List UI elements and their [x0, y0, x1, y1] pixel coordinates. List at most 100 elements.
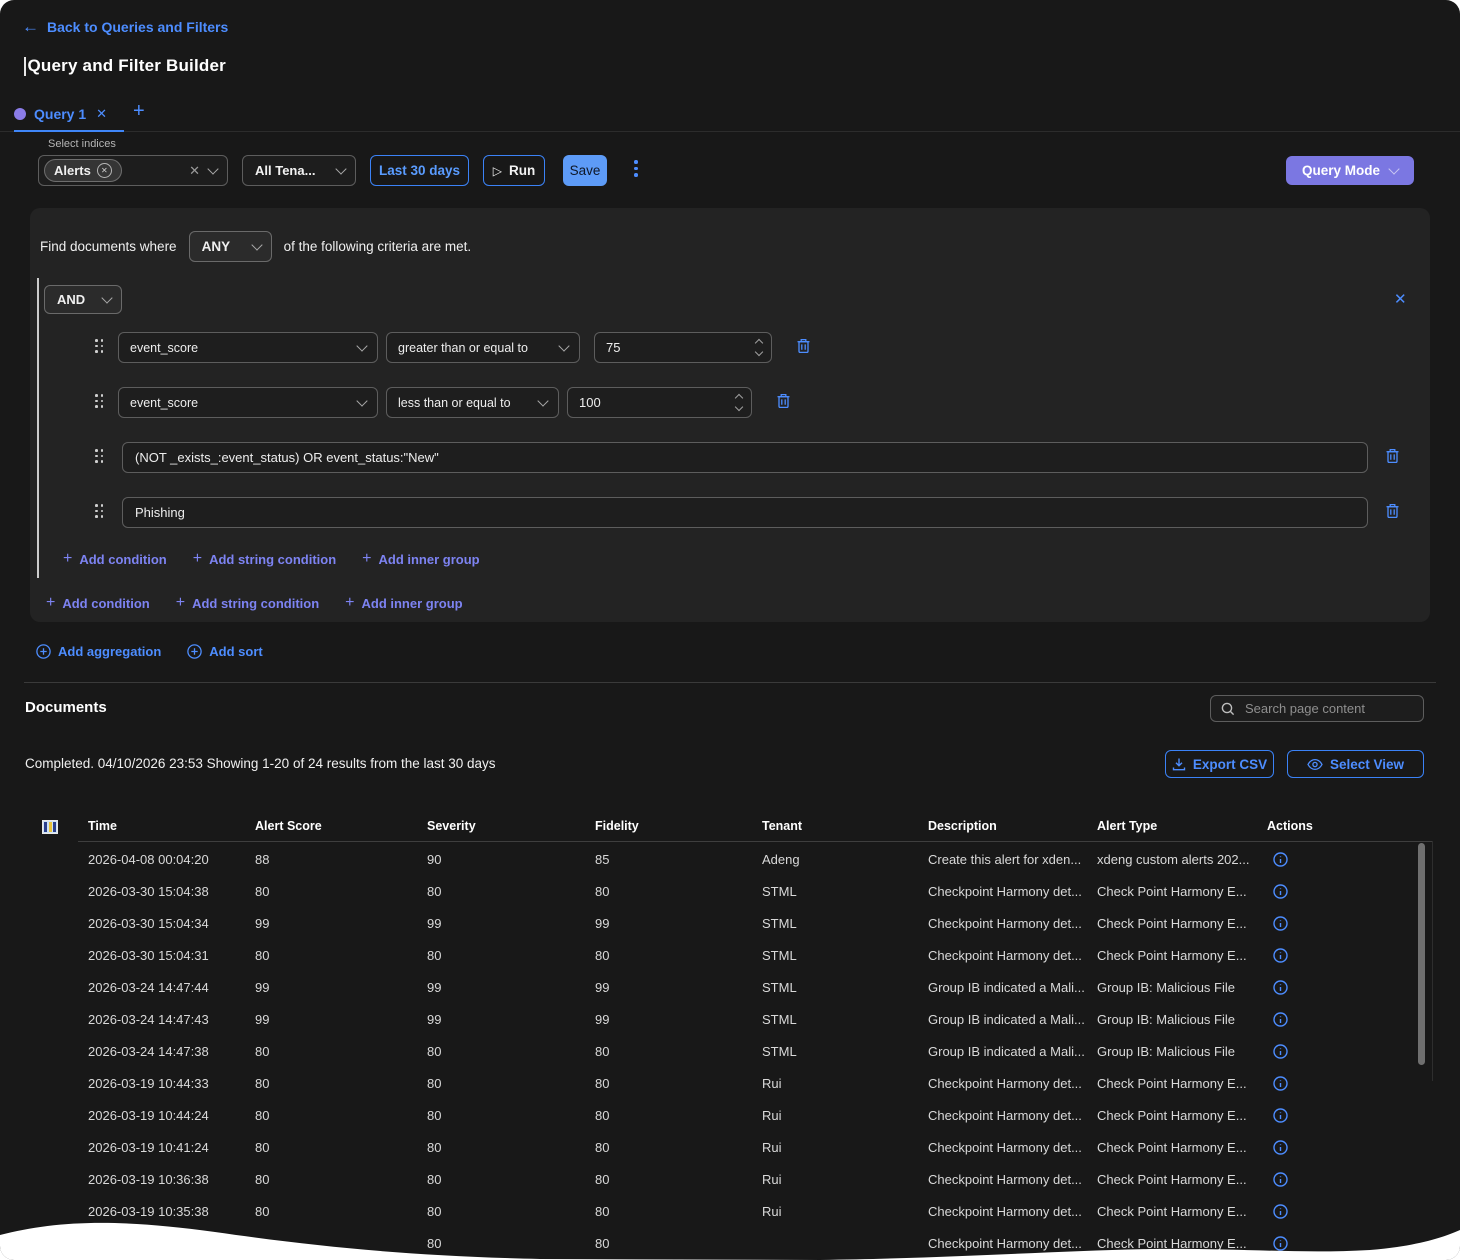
column-header-severity[interactable]: Severity: [427, 819, 595, 833]
add-condition-link[interactable]: +Add condition: [46, 594, 150, 612]
table-row[interactable]: 2026-03-30 15:04:34 99 99 99 STML Checkp…: [88, 907, 1432, 939]
cell-description: Group IB indicated a Mali...: [928, 980, 1097, 995]
group-operator-select[interactable]: AND: [44, 285, 122, 314]
table-row[interactable]: 80 80 Checkpoint Harmony det... Check Po…: [88, 1227, 1432, 1259]
query-mode-button[interactable]: Query Mode: [1286, 156, 1414, 185]
table-row[interactable]: 2026-03-30 15:04:38 80 80 80 STML Checkp…: [88, 875, 1432, 907]
condition-operator-select[interactable]: less than or equal to: [386, 387, 559, 418]
column-header-actions[interactable]: Actions: [1267, 819, 1387, 833]
condition-value-input[interactable]: 75: [594, 332, 772, 363]
cell-alert-score: 80: [255, 1044, 427, 1059]
table-row[interactable]: 2026-03-19 10:41:24 80 80 80 Rui Checkpo…: [88, 1131, 1432, 1163]
back-link-label: Back to Queries and Filters: [47, 19, 228, 35]
delete-condition-icon[interactable]: [776, 393, 791, 409]
row-info-icon[interactable]: [1273, 884, 1387, 899]
clear-icon[interactable]: ✕: [189, 163, 200, 179]
cell-alert-score: 80: [255, 1204, 427, 1219]
back-link[interactable]: ← Back to Queries and Filters: [22, 17, 228, 37]
tab-close-icon[interactable]: ✕: [96, 106, 107, 122]
number-stepper[interactable]: [756, 340, 762, 355]
delete-condition-icon[interactable]: [796, 338, 811, 354]
cell-severity: 80: [427, 884, 595, 899]
table-row[interactable]: 2026-03-19 10:36:38 80 80 80 Rui Checkpo…: [88, 1163, 1432, 1195]
row-info-icon[interactable]: [1273, 948, 1387, 963]
add-aggregation-link[interactable]: Add aggregation: [36, 644, 161, 659]
cell-tenant: Rui: [762, 1204, 928, 1219]
table-row[interactable]: 2026-03-30 15:04:31 80 80 80 STML Checkp…: [88, 939, 1432, 971]
condition-field-select[interactable]: event_score: [118, 332, 378, 363]
add-inner-group-link[interactable]: +Add inner group: [345, 594, 462, 612]
add-condition-link[interactable]: +Add condition: [63, 550, 167, 568]
cell-alert-type: Group IB: Malicious File: [1097, 1012, 1267, 1027]
search-page-content[interactable]: [1210, 695, 1424, 722]
chevron-down-icon: [356, 340, 367, 351]
drag-handle-icon[interactable]: [95, 504, 105, 519]
table-row[interactable]: 2026-03-19 10:44:24 80 80 80 Rui Checkpo…: [88, 1099, 1432, 1131]
cell-tenant: STML: [762, 916, 928, 931]
indices-chip-alerts[interactable]: Alerts ✕: [44, 159, 122, 182]
row-info-icon[interactable]: [1273, 1076, 1387, 1091]
time-range-button[interactable]: Last 30 days: [370, 155, 469, 186]
select-view-button[interactable]: Select View: [1287, 750, 1424, 778]
table-row[interactable]: 2026-03-24 14:47:38 80 80 80 STML Group …: [88, 1035, 1432, 1067]
row-info-icon[interactable]: [1273, 1044, 1387, 1059]
tenant-select[interactable]: All Tena...: [242, 155, 356, 186]
table-scrollbar[interactable]: [1418, 843, 1425, 1065]
chip-remove-icon[interactable]: ✕: [97, 163, 112, 178]
cell-tenant: Rui: [762, 1140, 928, 1155]
run-button[interactable]: ▷ Run: [483, 155, 545, 186]
column-header-description[interactable]: Description: [928, 819, 1097, 833]
add-tab-button[interactable]: +: [133, 100, 145, 123]
add-string-condition-link[interactable]: +Add string condition: [193, 550, 336, 568]
save-button[interactable]: Save: [563, 155, 607, 186]
row-info-icon[interactable]: [1273, 1172, 1387, 1187]
row-info-icon[interactable]: [1273, 1204, 1387, 1219]
row-info-icon[interactable]: [1273, 1012, 1387, 1027]
table-row[interactable]: 2026-03-24 14:47:43 99 99 99 STML Group …: [88, 1003, 1432, 1035]
row-info-icon[interactable]: [1273, 1108, 1387, 1123]
cell-fidelity: 80: [595, 1204, 762, 1219]
column-header-alert-type[interactable]: Alert Type: [1097, 819, 1267, 833]
tab-query-1[interactable]: Query 1 ✕: [14, 99, 107, 129]
table-row[interactable]: 2026-03-19 10:44:33 80 80 80 Rui Checkpo…: [88, 1067, 1432, 1099]
column-header-time[interactable]: Time: [88, 819, 255, 833]
find-prefix: Find documents where: [40, 239, 177, 254]
string-condition-input[interactable]: (NOT _exists_:event_status) OR event_sta…: [122, 442, 1368, 473]
add-string-condition-link[interactable]: +Add string condition: [176, 594, 319, 612]
condition-value-input[interactable]: 100: [567, 387, 752, 418]
cell-alert-score: 88: [255, 852, 427, 867]
row-info-icon[interactable]: [1273, 980, 1387, 995]
search-input[interactable]: [1243, 700, 1407, 717]
column-header-tenant[interactable]: Tenant: [762, 819, 928, 833]
select-indices-label: Select indices: [48, 138, 116, 150]
column-settings-icon[interactable]: [42, 820, 58, 834]
table-row[interactable]: 2026-03-19 10:35:38 80 80 80 Rui Checkpo…: [88, 1195, 1432, 1227]
row-info-icon[interactable]: [1273, 1140, 1387, 1155]
delete-condition-icon[interactable]: [1385, 503, 1400, 519]
cell-alert-score: 80: [255, 1172, 427, 1187]
delete-condition-icon[interactable]: [1385, 448, 1400, 464]
number-stepper[interactable]: [736, 395, 742, 410]
indices-select[interactable]: Alerts ✕ ✕: [38, 155, 228, 186]
drag-handle-icon[interactable]: [95, 339, 105, 354]
more-options-kebab-icon[interactable]: [634, 160, 638, 177]
match-type-select[interactable]: ANY: [189, 231, 272, 262]
column-header-fidelity[interactable]: Fidelity: [595, 819, 762, 833]
remove-group-icon[interactable]: ✕: [1394, 290, 1407, 308]
export-csv-button[interactable]: Export CSV: [1165, 750, 1274, 778]
cell-fidelity: 99: [595, 980, 762, 995]
row-info-icon[interactable]: [1273, 916, 1387, 931]
row-info-icon[interactable]: [1273, 852, 1387, 867]
add-inner-group-link[interactable]: +Add inner group: [362, 550, 479, 568]
drag-handle-icon[interactable]: [95, 449, 105, 464]
condition-operator-select[interactable]: greater than or equal to: [386, 332, 580, 363]
column-header-alert-score[interactable]: Alert Score: [255, 819, 427, 833]
row-info-icon[interactable]: [1273, 1236, 1387, 1251]
table-row[interactable]: 2026-03-24 14:47:44 99 99 99 STML Group …: [88, 971, 1432, 1003]
table-row[interactable]: 2026-04-08 00:04:20 88 90 85 Adeng Creat…: [88, 843, 1432, 875]
condition-field-select[interactable]: event_score: [118, 387, 378, 418]
add-sort-link[interactable]: Add sort: [187, 644, 262, 659]
drag-handle-icon[interactable]: [95, 394, 105, 409]
string-condition-input[interactable]: Phishing: [122, 497, 1368, 528]
cell-alert-type: Check Point Harmony E...: [1097, 884, 1267, 899]
